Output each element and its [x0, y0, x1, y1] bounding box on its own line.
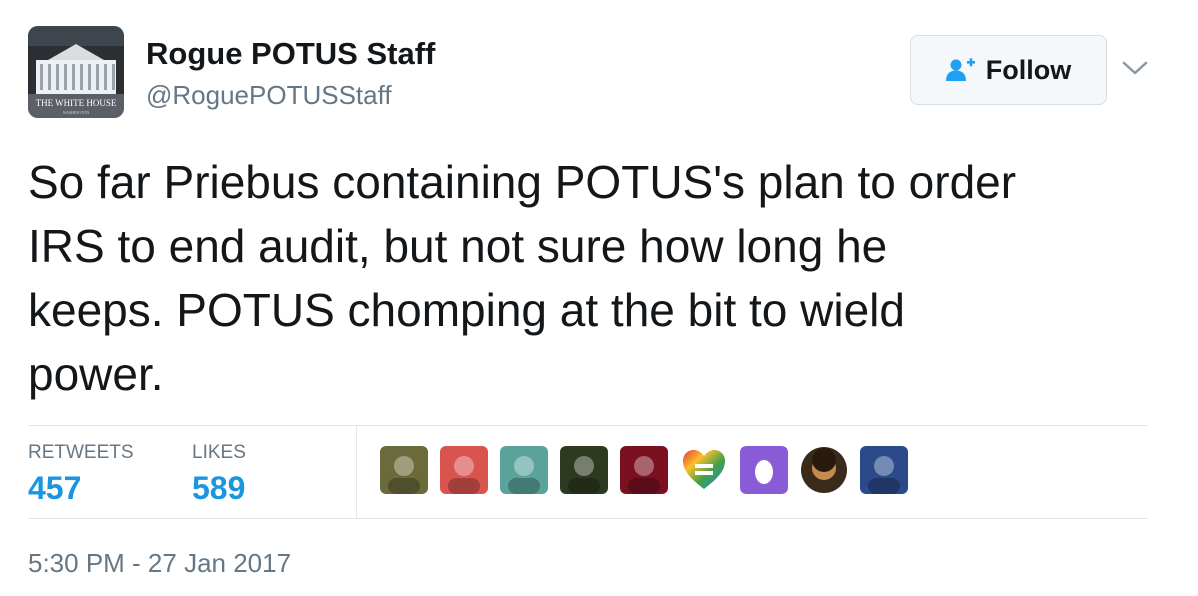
- tweet-timestamp[interactable]: 5:30 PM - 27 Jan 2017: [28, 548, 291, 579]
- tweet-line: So far Priebus containing POTUS's plan t…: [28, 156, 1017, 208]
- liker-avatars: [380, 446, 908, 494]
- default-egg-avatar[interactable]: [740, 446, 788, 494]
- stats-vertical-divider: [356, 426, 357, 518]
- portrait-avatar[interactable]: [800, 446, 848, 494]
- likes-label: LIKES: [192, 442, 246, 463]
- user-handle[interactable]: @RoguePOTUSStaff: [146, 80, 392, 111]
- follow-button[interactable]: Follow: [910, 35, 1107, 105]
- rainbow-heart-equality-avatar[interactable]: [680, 446, 728, 494]
- retweets-count[interactable]: 457: [28, 470, 81, 507]
- avatar-subcaption: WASHINGTON: [63, 110, 90, 115]
- chevron-down-icon[interactable]: [1120, 58, 1150, 78]
- tweet-text: So far Priebus containing POTUS's plan t…: [28, 150, 1168, 406]
- poster-avatar[interactable]: [560, 446, 608, 494]
- stats-top-divider: [28, 425, 1148, 426]
- tweet-line: keeps. POTUS chomping at the bit to wiel…: [28, 284, 905, 336]
- user-name[interactable]: Rogue POTUS Staff: [146, 36, 435, 72]
- profile-avatar[interactable]: THE WHITE HOUSE WASHINGTON: [28, 26, 124, 118]
- avatar-caption: THE WHITE HOUSE: [36, 98, 117, 108]
- tweet-line: power.: [28, 348, 164, 400]
- tweet-line: IRS to end audit, but not sure how long …: [28, 220, 888, 272]
- follow-label: Follow: [985, 54, 1072, 85]
- woman-glasses-avatar[interactable]: [440, 446, 488, 494]
- red-abstract-avatar[interactable]: [620, 446, 668, 494]
- retweets-label: RETWEETS: [28, 442, 134, 463]
- stats-bottom-divider: [28, 518, 1148, 519]
- likes-count[interactable]: 589: [192, 470, 245, 507]
- news-anchor-avatar[interactable]: [860, 446, 908, 494]
- dog-photo-avatar[interactable]: [380, 446, 428, 494]
- add-user-icon: [945, 58, 975, 81]
- white-house-icon: THE WHITE HOUSE WASHINGTON: [28, 26, 124, 118]
- robot-avatar[interactable]: [500, 446, 548, 494]
